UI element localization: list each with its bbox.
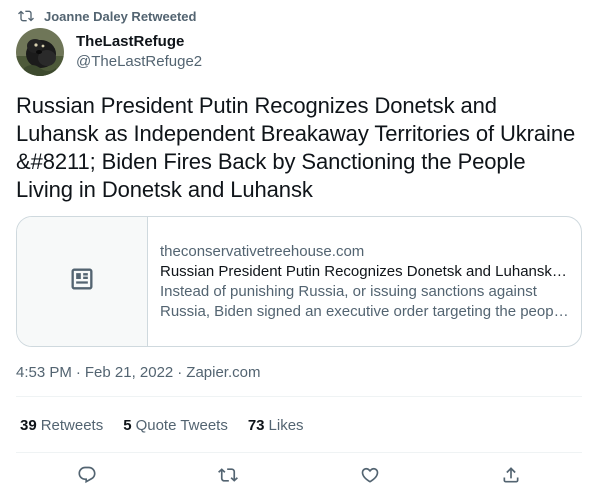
- likes-count: 73: [247, 417, 265, 434]
- retweet-icon: [218, 465, 239, 490]
- link-card-title: Russian President Putin Recognizes Donet…: [160, 262, 570, 280]
- likes-stat[interactable]: 73 Likes: [248, 416, 304, 436]
- meta-separator: ·: [177, 364, 183, 381]
- avatar[interactable]: [16, 28, 64, 76]
- tweet-stats: 39 Retweets 5 Quote Tweets 73 Likes: [20, 416, 324, 436]
- share-button[interactable]: [494, 460, 528, 494]
- tweet-actions: [16, 460, 582, 494]
- link-card-description: Instead of punishing Russia, or issuing …: [160, 282, 566, 320]
- retweets-label: Retweets: [40, 417, 104, 434]
- meta-separator: ·: [75, 364, 81, 381]
- share-icon: [501, 465, 521, 490]
- author-display-name[interactable]: TheLastRefuge: [76, 32, 202, 52]
- tweet-author: TheLastRefuge @TheLastRefuge2: [16, 28, 202, 76]
- likes-label: Likes: [268, 417, 304, 434]
- like-button[interactable]: [353, 460, 387, 494]
- tweet-meta: 4:53 PM · Feb 21, 2022 · Zapier.com: [16, 363, 260, 383]
- link-card[interactable]: theconservativetreehouse.com Russian Pre…: [16, 216, 582, 347]
- heart-icon: [360, 465, 380, 490]
- tweet-date[interactable]: Feb 21, 2022: [85, 363, 173, 383]
- retweeted-by-link[interactable]: Joanne Daley Retweeted: [44, 9, 196, 24]
- divider: [16, 452, 582, 453]
- link-card-body: theconservativetreehouse.com Russian Pre…: [148, 217, 581, 346]
- article-icon: [68, 265, 96, 298]
- link-card-domain: theconservativetreehouse.com: [160, 242, 365, 260]
- reply-icon: [77, 465, 97, 490]
- reply-button[interactable]: [70, 460, 104, 494]
- quote-tweets-stat[interactable]: 5 Quote Tweets: [123, 416, 228, 436]
- author-names: TheLastRefuge @TheLastRefuge2: [76, 32, 202, 72]
- retweet-button[interactable]: [211, 460, 245, 494]
- retweets-count: 39: [20, 417, 37, 434]
- retweets-stat[interactable]: 39 Retweets: [20, 416, 103, 436]
- retweet-context: Joanne Daley Retweeted: [18, 7, 196, 25]
- divider: [16, 396, 582, 397]
- quote-tweets-count: 5: [123, 417, 132, 434]
- link-card-thumbnail: [17, 217, 148, 346]
- retweet-icon: [18, 8, 34, 24]
- tweet-time[interactable]: 4:53 PM: [16, 363, 72, 383]
- author-handle[interactable]: @TheLastRefuge2: [76, 52, 202, 72]
- quote-tweets-label: Quote Tweets: [135, 417, 228, 434]
- tweet-source[interactable]: Zapier.com: [186, 363, 260, 383]
- tweet-text: Russian President Putin Recognizes Donet…: [16, 93, 576, 202]
